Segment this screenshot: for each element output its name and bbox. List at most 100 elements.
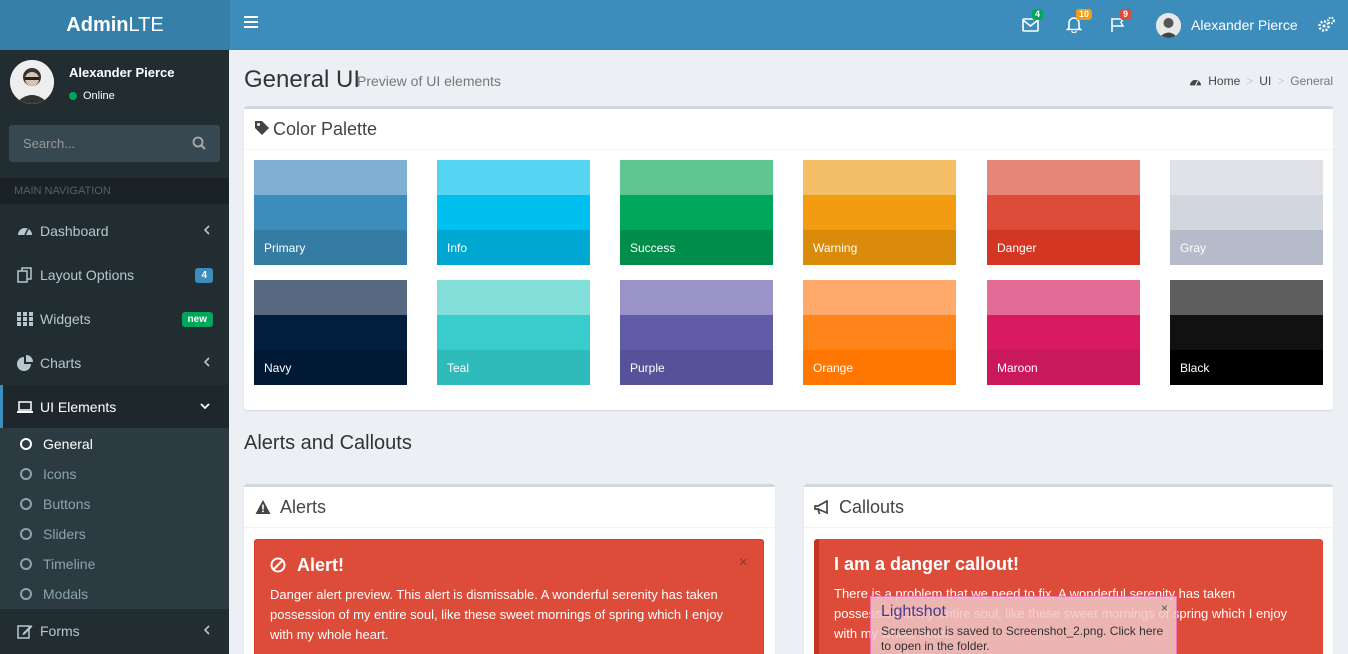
gears-icon[interactable]	[1317, 16, 1335, 34]
circle-icon	[20, 438, 32, 450]
color-swatch-warning: Warning	[803, 160, 956, 265]
sidebar-subitem-modals[interactable]: Modals	[0, 579, 229, 609]
search-icon[interactable]	[192, 136, 206, 150]
messages-button[interactable]: 4	[1022, 9, 1044, 36]
tasks-button[interactable]: 9	[1110, 9, 1132, 36]
notifications-badge: 10	[1076, 9, 1093, 20]
section-title: Alerts and Callouts	[244, 432, 412, 454]
box-header: Color Palette	[244, 109, 1333, 150]
sidebar-user-name: Alexander Pierce	[69, 65, 175, 80]
ui-elements-submenu: General Icons Buttons Sliders Timeline M…	[0, 428, 229, 609]
online-status: Online	[69, 90, 115, 102]
breadcrumb-current: General	[1290, 74, 1333, 88]
color-swatch-orange: Orange	[803, 280, 956, 385]
bullhorn-icon	[814, 500, 828, 515]
swatch-shade	[620, 315, 773, 350]
sidebar-item-widgets[interactable]: Widgets new	[0, 297, 229, 341]
chevron-down-icon	[200, 403, 210, 410]
chevron-left-icon	[203, 225, 210, 235]
swatch-shade	[803, 195, 956, 230]
swatch-shade	[254, 195, 407, 230]
circle-icon	[20, 588, 32, 600]
user-menu[interactable]: Alexander Pierce	[1156, 12, 1298, 38]
swatch-shade	[803, 315, 956, 350]
swatch-shade	[254, 315, 407, 350]
swatch-label: Teal	[447, 361, 470, 375]
content-wrapper: General UI Preview of UI elements Home >…	[229, 50, 1348, 654]
alerts-box: Alerts Alert! × Danger alert preview. Th…	[244, 484, 775, 654]
sidebar-item-forms[interactable]: Forms	[0, 609, 229, 653]
sidebar-item-charts[interactable]: Charts	[0, 341, 229, 385]
messages-badge: 4	[1032, 9, 1044, 20]
circle-icon	[20, 528, 32, 540]
sidebar-item-dashboard[interactable]: Dashboard	[0, 209, 229, 253]
close-icon[interactable]: ×	[1161, 601, 1168, 615]
sidebar-subitem-buttons[interactable]: Buttons	[0, 489, 229, 519]
chevron-left-icon	[203, 357, 210, 367]
swatch-shade	[987, 160, 1140, 195]
envelope-icon	[1022, 18, 1039, 32]
dashboard-icon	[18, 228, 32, 236]
swatch-label: Orange	[813, 361, 854, 375]
swatch-shade	[1170, 160, 1323, 195]
swatch-shade	[620, 160, 773, 195]
swatch-shade	[1170, 315, 1323, 350]
swatch-shade	[1170, 195, 1323, 230]
close-icon[interactable]: ×	[739, 554, 748, 572]
tasks-badge: 9	[1120, 9, 1132, 20]
swatch-label: Primary	[264, 241, 306, 255]
layout-count-badge: 4	[195, 268, 213, 283]
dashboard-icon	[1190, 79, 1202, 86]
color-swatch-danger: Danger	[987, 160, 1140, 265]
sidebar-subitem-icons[interactable]: Icons	[0, 459, 229, 489]
ban-icon	[270, 557, 286, 573]
box-header: Alerts	[244, 487, 775, 528]
notifications-button[interactable]: 10	[1065, 9, 1093, 36]
box-title: Color Palette	[273, 119, 378, 139]
color-swatch-success: Success	[620, 160, 773, 265]
circle-icon	[20, 558, 32, 570]
laptop-icon	[17, 401, 33, 413]
sidebar-item-layout-options[interactable]: Layout Options 4	[0, 253, 229, 297]
swatch-shade	[437, 195, 590, 230]
swatch-label: Purple	[630, 361, 665, 375]
avatar	[10, 60, 54, 104]
sidebar-toggle-icon[interactable]	[244, 16, 258, 28]
page-title: General UI	[244, 66, 361, 93]
swatch-shade	[437, 315, 590, 350]
sidebar-item-ui-elements[interactable]: UI Elements	[0, 385, 229, 429]
color-palette-box: Color Palette Primary Info Success Warning D…	[244, 106, 1333, 410]
callout-title: I am a danger callout!	[834, 554, 1020, 574]
page-subtitle: Preview of UI elements	[357, 73, 501, 89]
breadcrumb-home-link[interactable]: Home	[1208, 74, 1240, 88]
sidebar-subitem-general[interactable]: General	[0, 429, 229, 459]
sidebar-search-input[interactable]: Search...	[9, 125, 220, 162]
swatch-shade	[987, 280, 1140, 315]
circle-icon	[20, 498, 32, 510]
user-panel: Alexander Pierce Online	[10, 60, 220, 110]
top-navbar: AdminLTE 4 10 9 Alexander Pierce	[0, 0, 1348, 50]
swatch-shade	[254, 160, 407, 195]
new-badge: new	[181, 312, 213, 327]
swatch-label: Danger	[997, 241, 1037, 255]
swatch-label: Navy	[264, 361, 292, 375]
sidebar-subitem-timeline[interactable]: Timeline	[0, 549, 229, 579]
swatch-shade	[803, 160, 956, 195]
sidebar-subitem-sliders[interactable]: Sliders	[0, 519, 229, 549]
logo[interactable]: AdminLTE	[0, 0, 230, 50]
lightshot-notification[interactable]: Lightshot × Screenshot is saved to Scree…	[870, 596, 1177, 654]
notification-message: Screenshot is saved to Screenshot_2.png.…	[881, 624, 1164, 653]
breadcrumb-ui-link[interactable]: UI	[1259, 74, 1271, 88]
color-swatch-maroon: Maroon	[987, 280, 1140, 385]
color-swatch-purple: Purple	[620, 280, 773, 385]
color-swatch-navy: Navy	[254, 280, 407, 385]
pie-chart-icon	[17, 355, 33, 371]
swatch-shade	[620, 280, 773, 315]
swatch-shade	[254, 280, 407, 315]
notification-title: Lightshot	[881, 603, 946, 620]
color-swatch-gray: Gray	[1170, 160, 1323, 265]
swatch-shade	[987, 315, 1140, 350]
files-icon	[17, 267, 32, 283]
edit-icon	[17, 625, 33, 639]
status-dot-icon	[69, 92, 77, 100]
